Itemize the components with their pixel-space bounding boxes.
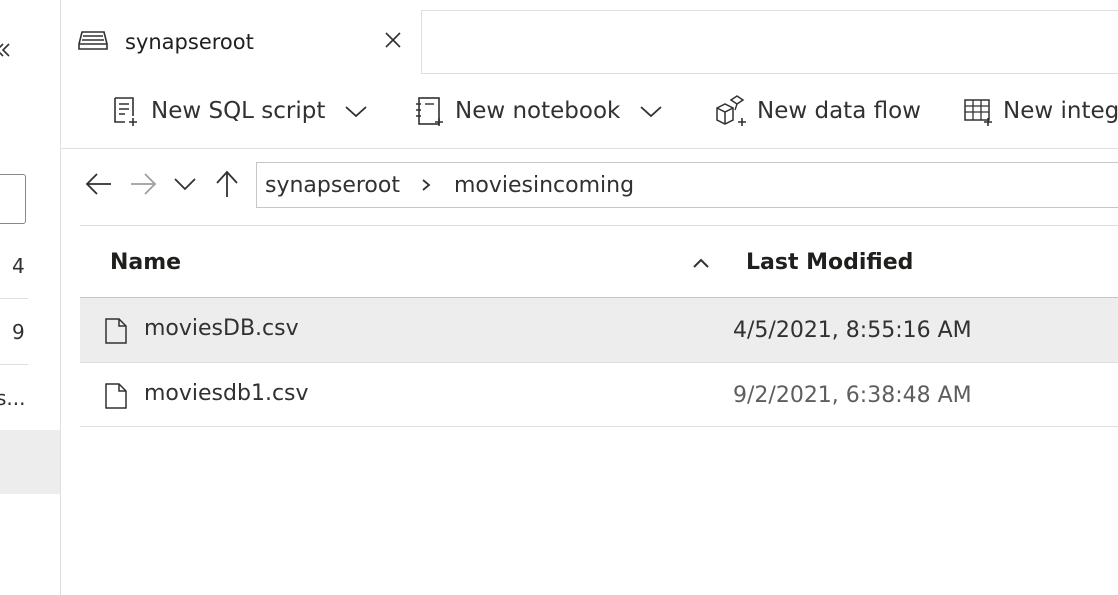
column-header-last-modified[interactable]: Last Modified [746, 250, 913, 275]
back-button[interactable] [82, 162, 116, 206]
new-notebook-label: New notebook [455, 98, 621, 124]
new-sql-script-label: New SQL script [151, 98, 326, 124]
new-data-flow-button[interactable]: New data flow [713, 92, 921, 130]
left-item-label[interactable]: s... [0, 386, 26, 410]
collapse-left-icon[interactable] [0, 36, 14, 66]
up-button[interactable] [210, 162, 244, 206]
left-item-count: 9 [12, 320, 25, 344]
file-name[interactable]: moviesdb1.csv [144, 381, 309, 406]
row-divider [80, 426, 1118, 427]
data-flow-icon [716, 95, 746, 126]
arrow-left-icon [85, 173, 111, 195]
sql-script-icon [114, 97, 137, 126]
arrow-up-icon [216, 170, 238, 197]
file-name[interactable]: moviesDB.csv [144, 316, 299, 341]
left-selected-item[interactable] [0, 430, 60, 494]
new-sql-script-button[interactable]: New SQL script [109, 92, 369, 130]
file-icon [105, 318, 127, 344]
new-notebook-button[interactable]: New notebook [413, 92, 664, 130]
arrow-right-icon [131, 173, 157, 195]
header-top-divider [80, 225, 1118, 226]
table-icon [964, 99, 992, 126]
file-modified-date: 9/2/2021, 6:38:48 AM [733, 383, 972, 408]
breadcrumb-item-moviesincoming[interactable]: moviesincoming [454, 173, 634, 198]
tab-title: synapseroot [125, 30, 254, 54]
table-row[interactable]: moviesDB.csv 4/5/2021, 8:55:16 AM [80, 298, 1118, 362]
tab-synapseroot[interactable]: synapseroot [61, 10, 422, 74]
chevron-right-icon [422, 179, 431, 191]
left-divider [0, 298, 28, 299]
notebook-icon [416, 97, 443, 126]
chevron-down-icon[interactable] [638, 101, 664, 121]
chevron-down-icon[interactable] [343, 101, 369, 121]
forward-button[interactable] [126, 162, 160, 206]
breadcrumb-item-synapseroot[interactable]: synapseroot [257, 173, 400, 198]
file-modified-date: 4/5/2021, 8:55:16 AM [733, 318, 972, 343]
new-data-flow-label: New data flow [757, 98, 921, 124]
toolbar: New SQL script New notebook New data flo… [61, 74, 1118, 149]
storage-icon [78, 31, 108, 50]
sort-ascending-icon[interactable] [690, 252, 712, 274]
new-integration-button[interactable]: New integ [961, 92, 1118, 130]
left-item-count: 4 [12, 254, 25, 278]
left-panel: 4 9 s... [0, 0, 61, 595]
table-row[interactable]: moviesdb1.csv 9/2/2021, 6:38:48 AM [80, 363, 1118, 427]
recent-locations-button[interactable] [168, 162, 202, 206]
left-divider [0, 364, 28, 365]
new-integration-label: New integ [1003, 98, 1118, 124]
chevron-down-icon [174, 178, 196, 191]
left-filter-input[interactable] [0, 174, 26, 224]
column-header-name[interactable]: Name [110, 250, 181, 275]
breadcrumb[interactable]: synapseroot moviesincoming [256, 162, 1118, 208]
file-icon [105, 383, 127, 409]
close-icon[interactable] [381, 28, 405, 52]
